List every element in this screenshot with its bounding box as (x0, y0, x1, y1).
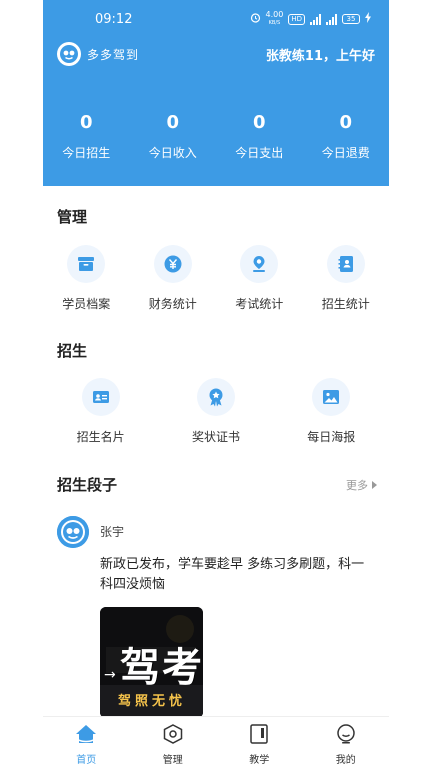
tab-home[interactable]: 首页 (43, 717, 130, 768)
menu-label: 招生名片 (76, 430, 125, 444)
stat-today-recruit[interactable]: 0 今日招生 (43, 110, 130, 161)
network-speed: 4.00 KB/S (265, 10, 284, 27)
caret-right-icon (372, 481, 377, 489)
post-image-poster[interactable]: 驾考 → 驾照无忧 (100, 607, 203, 718)
status-time: 09:12 (95, 12, 133, 27)
tab-management[interactable]: 管理 (130, 717, 217, 768)
tab-mine[interactable]: 我的 (303, 717, 390, 768)
tab-label: 教学 (249, 755, 270, 766)
battery-icon: 35 (342, 14, 360, 24)
stat-today-expense[interactable]: 0 今日支出 (216, 110, 303, 161)
stat-value: 0 (252, 112, 266, 133)
stat-today-refund[interactable]: 0 今日退费 (303, 110, 390, 161)
archive-box-icon (67, 245, 106, 283)
menu-finance-stats[interactable]: 财务统计 (130, 245, 217, 312)
post-text: 新政已发布，学车要趁早 多练习多刷题，科一科四没烦恼 (100, 557, 365, 592)
hexagon-gear-icon (162, 724, 184, 748)
management-title: 管理 (57, 208, 88, 226)
book-icon (248, 724, 270, 748)
arrow-right-icon: → (104, 667, 116, 683)
more-link[interactable]: 更多 (346, 477, 377, 493)
exam-pin-icon (240, 245, 279, 283)
signal-icon-2 (326, 13, 337, 25)
stat-label: 今日支出 (235, 146, 284, 160)
menu-label: 财务统计 (148, 297, 197, 311)
menu-label: 奖状证书 (191, 430, 240, 444)
posts-section-title: 招生段子 (57, 476, 118, 494)
stat-label: 今日招生 (62, 146, 111, 160)
header-panel: 09:12 4.00 KB/S HD 35 多多驾到 张教练11，上午好 0 今… (43, 0, 389, 186)
tab-label: 首页 (76, 755, 97, 766)
tab-label: 我的 (335, 755, 356, 766)
stat-value: 0 (339, 112, 353, 133)
stat-label: 今日收入 (148, 146, 197, 160)
menu-label: 每日海报 (307, 430, 356, 444)
status-bar: 09:12 4.00 KB/S HD 35 (43, 0, 389, 40)
app-logo-icon (57, 42, 81, 66)
award-ribbon-icon (196, 378, 235, 416)
poster-subline: 驾照无忧 (118, 694, 187, 709)
image-poster-icon (312, 378, 351, 416)
bottom-tab-bar: 首页 管理 教学 我的 (43, 716, 389, 768)
menu-label: 考试统计 (235, 297, 284, 311)
recruit-title: 招生 (57, 342, 88, 360)
poster-headline: 驾考 (120, 645, 203, 691)
recruit-grid: 招生名片 奖状证书 每日海报 (43, 378, 389, 445)
app-brand: 多多驾到 (57, 42, 139, 66)
id-card-icon (81, 378, 120, 416)
app-screen: 09:12 4.00 KB/S HD 35 多多驾到 张教练11，上午好 0 今… (43, 0, 389, 768)
menu-recruit-card[interactable]: 招生名片 (43, 378, 158, 445)
menu-label: 学员档案 (62, 297, 111, 311)
post-author-name: 张宇 (100, 525, 125, 539)
menu-daily-poster[interactable]: 每日海报 (274, 378, 389, 445)
tab-teaching[interactable]: 教学 (216, 717, 303, 768)
post-author-avatar[interactable] (57, 516, 89, 548)
stat-value: 0 (166, 112, 180, 133)
app-name: 多多驾到 (87, 47, 140, 62)
management-grid: 学员档案 财务统计 考试统计 招生统计 (43, 245, 389, 312)
menu-award-certificate[interactable]: 奖状证书 (158, 378, 273, 445)
contacts-book-icon (326, 245, 365, 283)
menu-label: 招生统计 (321, 297, 370, 311)
stat-today-income[interactable]: 0 今日收入 (130, 110, 217, 161)
status-icons: 4.00 KB/S HD 35 (250, 11, 371, 27)
stat-label: 今日退费 (321, 146, 370, 160)
more-label: 更多 (346, 479, 368, 492)
charging-icon (365, 12, 371, 26)
signal-icon-1 (310, 13, 321, 25)
greeting-text: 张教练11，上午好 (265, 49, 375, 64)
today-stats: 0 今日招生 0 今日收入 0 今日支出 0 今日退费 (43, 110, 389, 161)
tab-label: 管理 (162, 755, 183, 766)
menu-student-archive[interactable]: 学员档案 (43, 245, 130, 312)
profile-smile-icon (335, 724, 357, 748)
menu-exam-stats[interactable]: 考试统计 (216, 245, 303, 312)
home-icon (75, 724, 97, 748)
stat-value: 0 (79, 112, 93, 133)
menu-recruit-stats[interactable]: 招生统计 (303, 245, 390, 312)
yuan-coin-icon (153, 245, 192, 283)
alarm-icon (250, 12, 261, 26)
hd-badge: HD (288, 13, 305, 25)
